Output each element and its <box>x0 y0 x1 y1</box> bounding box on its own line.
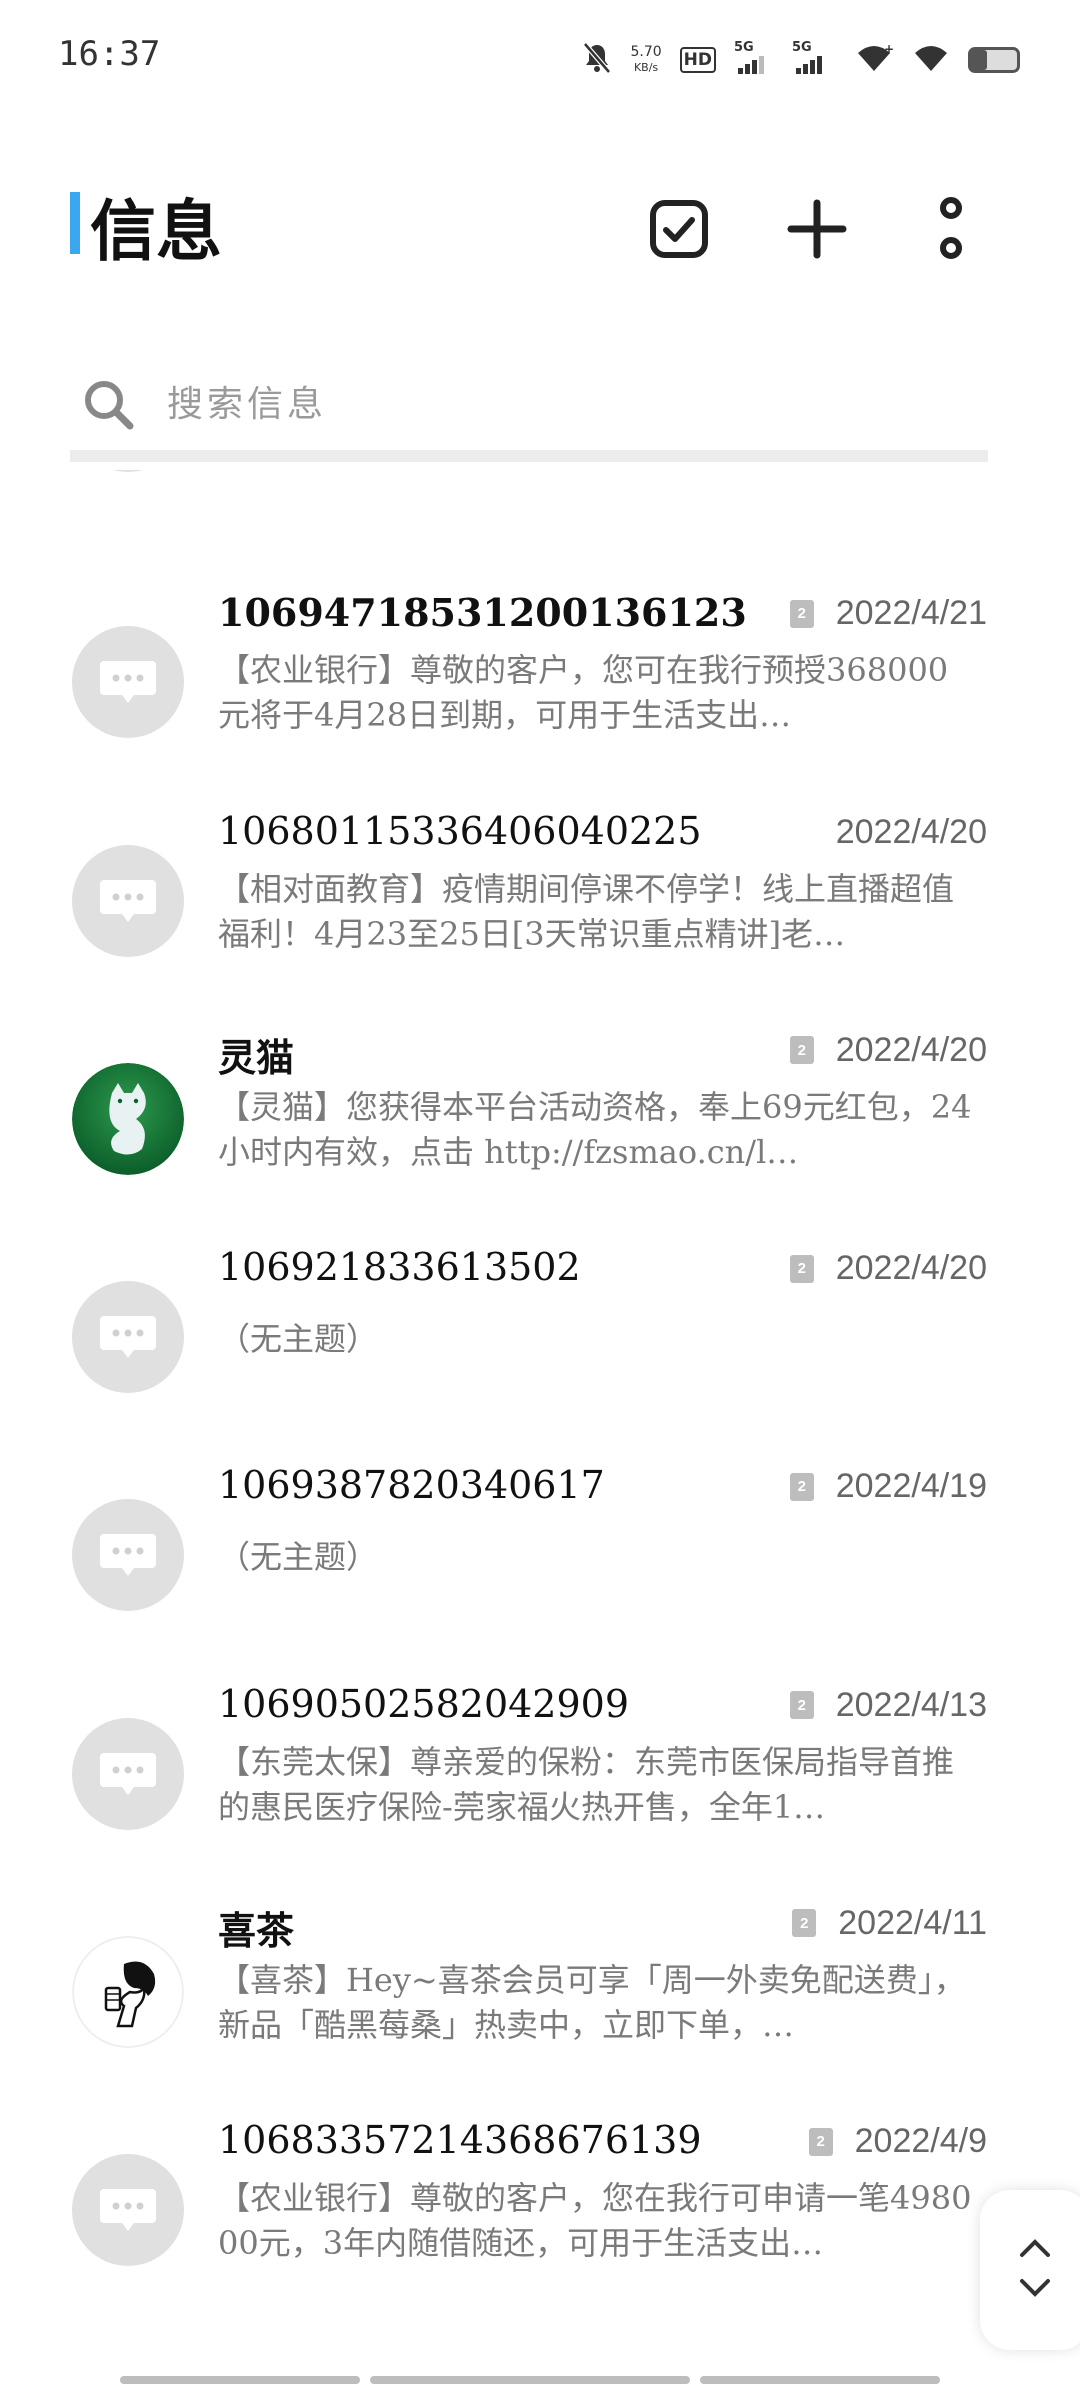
message-thread[interactable]: 金莎呆妹儿竟然‘大打出手’ <box>0 470 1080 578</box>
message-preview: 【相对面教育】疫情期间停课不停学！线上直播超值福利！4月23至25日[3天常识重… <box>218 869 955 953</box>
message-date-row: 2022/4/20 <box>836 813 987 852</box>
message-thread[interactable]: 1069387820340617 2 2022/4/19 （无主题） <box>0 1453 1080 1671</box>
mute-bell-icon <box>582 42 612 78</box>
message-preview: （无主题） <box>218 1320 379 1358</box>
lingmao-logo <box>72 1062 184 1175</box>
message-preview: 【农业银行】尊敬的客户，您可在我行预授368000元将于4月28日到期，可用于生… <box>218 651 949 735</box>
message-date: 2022/4/20 <box>835 1030 987 1069</box>
sim-card-icon: 2 <box>789 1036 814 1065</box>
search-divider <box>70 450 988 462</box>
message-thread[interactable]: 喜茶 2 2022/4/11 【喜茶】Hey~喜茶会员可享「周一外卖免配送费」，新品「… <box>0 1890 1080 2108</box>
battery-level-fill <box>971 50 988 70</box>
message-date: 2022/4/21 <box>835 594 987 633</box>
search-input[interactable] <box>165 368 969 440</box>
message-date-row: 2 2022/4/20 <box>789 1030 987 1070</box>
message-sender: 10680115336406040225 <box>218 808 702 853</box>
chevron-down-icon <box>1020 2279 1050 2297</box>
plus-icon <box>787 199 847 259</box>
sim1-network-label: 5G <box>734 40 754 55</box>
battery-icon <box>968 47 1020 73</box>
message-date-row: 2 2022/4/19 <box>789 1467 987 1506</box>
message-preview: 【喜茶】Hey~喜茶会员可享「周一外卖免配送费」，新品「酷黑莓桑」热卖中，立即下… <box>218 1960 966 2044</box>
message-sender: 1069387820340617 <box>218 1463 605 1508</box>
chat-bubble-icon <box>72 2154 184 2266</box>
message-date: 2022/4/11 <box>838 1903 987 1942</box>
message-thread[interactable]: 10690502582042909 2 2022/4/13 【东莞太保】尊亲爱的保粉：… <box>0 1672 1080 1890</box>
status-icons: 5.70 KB/s HD 5G 5G + <box>582 40 1020 80</box>
page-title: 信息 <box>90 193 222 270</box>
chat-bubble-icon <box>72 844 184 957</box>
message-thread[interactable]: 1069471853120013​6123 2 2022/4/21 【农业银行】尊敬的… <box>0 580 1080 798</box>
more-options-button[interactable] <box>906 184 996 274</box>
gesture-navigation-bar <box>120 2376 940 2384</box>
scroll-nav <box>980 2190 1080 2350</box>
message-thread[interactable]: 106921833613502 2 2022/4/20 （无主题） <box>0 1235 1080 1453</box>
message-date: 2022/4/19 <box>835 1467 987 1506</box>
status-bar: 16:37 5.70 KB/s HD 5G 5G + <box>0 0 1080 110</box>
message-sender: 10683357214368676139 <box>218 2118 702 2162</box>
message-preview: 【东莞太保】尊亲爱的保粉：东莞市医保局指导首推的惠民医疗保险-莞家福火热开售，全… <box>218 1742 955 1826</box>
sim-card-icon: 2 <box>792 1909 817 1938</box>
app-header: 信息 <box>0 170 1080 290</box>
network-speed-value: 5.70 <box>630 44 662 60</box>
message-preview: 【灵猫】您获得本平台活动资格，奉上69元红包，24小时内有效，点击 http:/… <box>218 1087 972 1171</box>
message-date: 2022/4/20 <box>835 812 987 851</box>
multi-select-button[interactable] <box>634 184 724 274</box>
wifi-icon <box>912 43 950 77</box>
scroll-top-button[interactable] <box>1018 2237 1052 2263</box>
chat-bubble-icon <box>72 626 184 739</box>
more-vertical-icon <box>940 197 962 259</box>
svg-text:+: + <box>884 43 894 56</box>
search-bar[interactable] <box>70 360 990 450</box>
sim2-network-label: 5G <box>792 40 812 55</box>
sim-card-icon: 2 <box>789 1691 814 1719</box>
chat-bubble-icon <box>72 470 184 472</box>
checkbox-icon <box>650 200 708 258</box>
title-accent-bar <box>70 192 80 254</box>
sim-card-icon: 2 <box>808 2127 833 2156</box>
message-preview: 【农业银行】尊敬的客户，您在我行可申请一笔498000元，3年内随借随还，可用于… <box>218 2179 972 2262</box>
network-speed: 5.70 KB/s <box>630 45 661 75</box>
message-date-row: 2 2022/4/11 <box>792 1904 987 1943</box>
chat-bubble-icon <box>72 1499 184 1612</box>
message-date: 2022/4/20 <box>835 1249 987 1287</box>
status-time: 16:37 <box>58 34 161 74</box>
scroll-bottom-button[interactable] <box>1018 2277 1052 2303</box>
message-date: 2022/4/9 <box>854 2122 987 2160</box>
search-icon <box>82 378 136 436</box>
message-thread[interactable]: 10680115336406040225 2022/4/20 【相对面教育】疫情期间… <box>0 799 1080 1017</box>
chevron-up-icon <box>1020 2239 1050 2257</box>
message-date-row: 2 2022/4/13 <box>789 1685 987 1725</box>
sim-card-icon: 2 <box>789 599 814 628</box>
message-sender: 喜茶 <box>218 1907 295 1953</box>
message-date-row: 2 2022/4/9 <box>808 2122 987 2161</box>
message-thread[interactable]: 灵猫 2 2022/4/20 【灵猫】您获得本平台活动资格，奉上69元红包，24小时内… <box>0 1017 1080 1235</box>
message-preview: （无主题） <box>218 1538 379 1577</box>
new-message-button[interactable] <box>772 184 862 274</box>
chat-bubble-icon <box>72 1717 184 1830</box>
message-list[interactable]: 金莎呆妹儿竟然‘大打出手’ 1069471853120013​6123 2 2022/… <box>0 470 1080 2350</box>
sim1-signal-icon: 5G <box>734 40 774 74</box>
message-sender: 106921833613502 <box>218 1245 581 1289</box>
message-sender: 1069471853120013​6123 <box>218 590 747 636</box>
message-sender: 10690502582042909 <box>218 1681 630 1726</box>
network-speed-unit: KB/s <box>633 61 659 74</box>
heytea-logo <box>72 1935 184 2048</box>
message-date-row: 2 2022/4/20 <box>789 1249 987 1288</box>
chat-bubble-icon <box>72 1281 184 1393</box>
sim-card-icon: 2 <box>789 1254 814 1283</box>
wifi-plus-icon: + <box>854 42 894 77</box>
message-thread[interactable]: 10683357214368676139 2 2022/4/9 【农业银行】尊敬的客户… <box>0 2108 1080 2326</box>
message-date-row: 2 2022/4/21 <box>789 594 987 633</box>
hd-voice-icon: HD <box>679 47 716 73</box>
sim2-signal-icon: 5G <box>792 40 836 74</box>
sim-card-icon: 2 <box>789 1472 814 1501</box>
message-date: 2022/4/13 <box>835 1685 987 1724</box>
message-sender: 灵猫 <box>218 1034 295 1080</box>
